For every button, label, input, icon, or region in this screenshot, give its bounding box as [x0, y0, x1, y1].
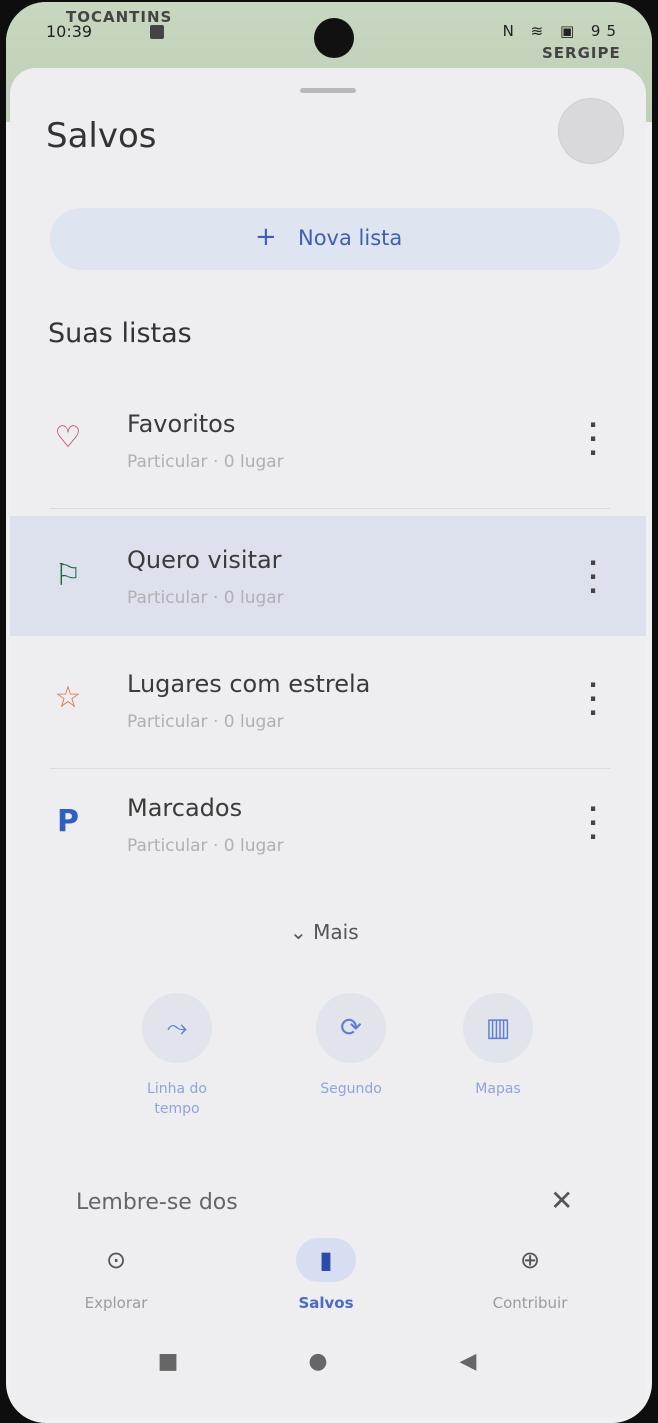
- more-toggle[interactable]: ⌄ Mais: [290, 920, 359, 944]
- bottom-navigation: ⊙ Explorar ▮ Salvos ⊕ Contribuir: [10, 1218, 646, 1348]
- bookmark-icon: ▮: [296, 1238, 356, 1282]
- saved-sheet: Salvos + Nova lista Suas listas ♡ Favori…: [10, 68, 646, 1418]
- list-subtitle: Particular · 0 lugar: [127, 452, 284, 472]
- sync-icon: ⟳: [316, 993, 386, 1063]
- divider: [50, 508, 610, 509]
- list-name: Quero visitar: [127, 546, 282, 574]
- camera-cutout: [314, 18, 354, 58]
- chevron-down-icon: ⌄: [290, 920, 307, 944]
- status-icons: N ≋ ▣ 95: [502, 22, 622, 40]
- list-subtitle: Particular · 0 lugar: [127, 836, 284, 856]
- tile-segundo[interactable]: ⟳ Segundo: [306, 993, 396, 1133]
- list-item-quero-visitar[interactable]: ⚐ Quero visitar Particular · 0 lugar · · ·: [10, 516, 646, 636]
- tile-mapas[interactable]: ▥ Mapas: [453, 993, 543, 1133]
- more-menu-icon[interactable]: · · ·: [583, 673, 603, 725]
- tile-timeline[interactable]: ⤳ Linha do tempo: [132, 993, 222, 1133]
- flag-icon: ⚐: [54, 558, 82, 593]
- list-name: Lugares com estrela: [127, 670, 371, 698]
- home-icon[interactable]: ●: [298, 1342, 338, 1382]
- nav-label: Salvos: [298, 1294, 354, 1312]
- list-item-favoritos[interactable]: ♡ Favoritos Particular · 0 lugar · · ·: [10, 378, 646, 498]
- heart-icon: ♡: [54, 420, 82, 455]
- list-item-lugares-com-estrela[interactable]: ☆ Lugares com estrela Particular · 0 lug…: [10, 638, 646, 758]
- nav-contribuir[interactable]: ⊕ Contribuir: [470, 1238, 590, 1312]
- star-icon: ☆: [54, 680, 82, 715]
- nav-label: Explorar: [84, 1294, 148, 1312]
- section-your-lists: Suas listas: [48, 318, 192, 349]
- tile-label: Segundo: [320, 1081, 382, 1097]
- list-item-marcados[interactable]: P Marcados Particular · 0 lugar · · ·: [10, 762, 646, 882]
- avatar[interactable]: [558, 98, 624, 164]
- back-icon[interactable]: ◀: [448, 1342, 488, 1382]
- tile-label: Linha do tempo: [147, 1081, 207, 1117]
- list-subtitle: Particular · 0 lugar: [127, 588, 284, 608]
- map-label-sergipe: SERGIPE: [542, 44, 621, 62]
- page-title: Salvos: [46, 116, 157, 156]
- recents-icon[interactable]: ■: [148, 1342, 188, 1382]
- list-subtitle: Particular · 0 lugar: [127, 712, 284, 732]
- parking-icon: P: [57, 804, 79, 839]
- phone-screen: TOCANTINS SERGIPE 10:39 N ≋ ▣ 95 Salvos …: [6, 2, 652, 1423]
- status-time: 10:39: [46, 22, 93, 41]
- reminder-text: Lembre-se dos: [76, 1190, 238, 1215]
- add-circle-icon: ⊕: [519, 1246, 541, 1274]
- drag-handle[interactable]: [300, 88, 356, 93]
- more-menu-icon[interactable]: · · ·: [583, 797, 603, 849]
- more-label: Mais: [313, 920, 359, 944]
- new-list-button[interactable]: + Nova lista: [50, 208, 620, 270]
- close-icon[interactable]: ✕: [550, 1184, 573, 1217]
- system-navigation: ■ ● ◀: [6, 1342, 652, 1412]
- list-name: Marcados: [127, 794, 243, 822]
- list-name: Favoritos: [127, 410, 236, 438]
- more-menu-icon[interactable]: · · ·: [583, 551, 603, 603]
- nav-salvos[interactable]: ▮ Salvos: [266, 1238, 386, 1312]
- tile-label: Mapas: [475, 1081, 521, 1097]
- plus-icon: +: [255, 222, 277, 252]
- new-list-label: Nova lista: [298, 226, 403, 250]
- timeline-icon: ⤳: [142, 993, 212, 1063]
- map-icon: ▥: [463, 993, 533, 1063]
- more-menu-icon[interactable]: · · ·: [583, 413, 603, 465]
- location-pin-icon: ⊙: [105, 1246, 127, 1274]
- nav-label: Contribuir: [492, 1294, 568, 1312]
- notification-icon: [150, 25, 164, 39]
- nav-explorar[interactable]: ⊙ Explorar: [56, 1238, 176, 1312]
